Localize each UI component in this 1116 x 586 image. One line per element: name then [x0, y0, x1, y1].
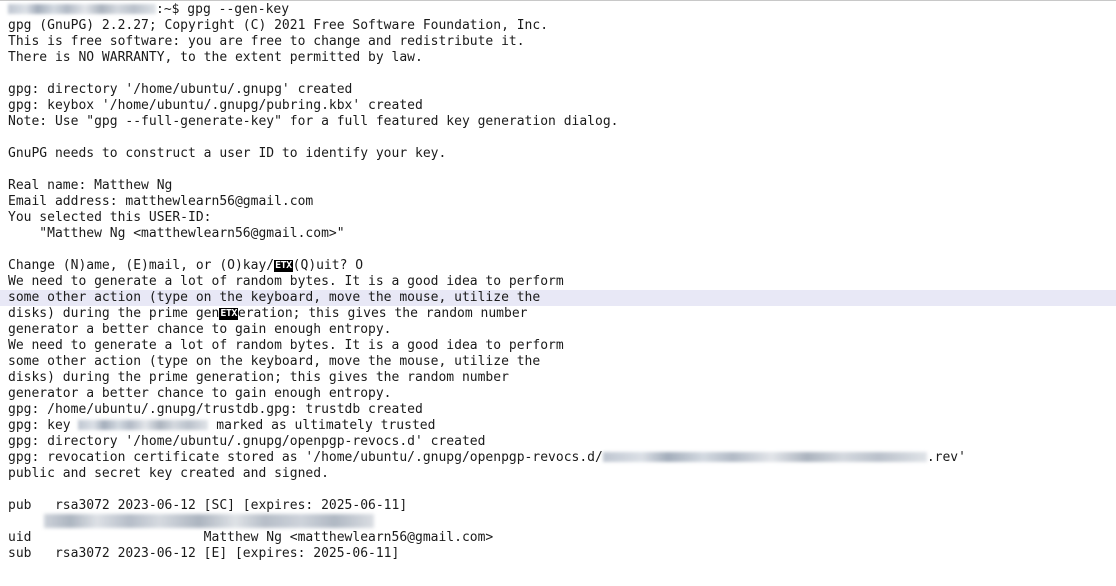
output-text: (Q)uit? O [292, 258, 364, 273]
redacted-key-id [78, 420, 209, 430]
output-line: There is NO WARRANTY, to the extent perm… [8, 50, 423, 65]
output-line: GnuPG needs to construct a user ID to id… [8, 146, 447, 161]
output-line: disks) during the prime genETXeration; t… [8, 306, 527, 322]
output-line: gpg: revocation certificate stored as '/… [8, 450, 966, 466]
output-text: disks) during the prime gen [8, 306, 220, 321]
output-line: gpg: directory '/home/ubuntu/.gnupg/open… [8, 434, 486, 449]
output-line: some other action (type on the keyboard,… [8, 290, 541, 305]
control-char-badge: ETX [274, 260, 293, 272]
output-line: This is free software: you are free to c… [8, 34, 525, 49]
output-line: some other action (type on the keyboard,… [8, 354, 541, 369]
output-line: We need to generate a lot of random byte… [8, 338, 564, 353]
output-text: .rev' [926, 450, 966, 465]
terminal-window[interactable]: :~$ gpg --gen-key gpg (GnuPG) 2.2.27; Co… [0, 0, 1116, 572]
output-text: eration; this gives the random number [237, 306, 528, 321]
output-line: Email address: matthewlearn56@gmail.com [8, 194, 314, 209]
output-line: uid Matthew Ng <matthewlearn56@gmail.com… [8, 530, 494, 545]
output-line: generator a better chance to gain enough… [8, 386, 392, 401]
redacted-fingerprint [602, 452, 927, 462]
output-line: disks) during the prime generation; this… [8, 370, 509, 385]
output-line: gpg: directory '/home/ubuntu/.gnupg' cre… [8, 82, 353, 97]
output-line: Note: Use "gpg --full-generate-key" for … [8, 114, 619, 129]
output-line: gpg (GnuPG) 2.2.27; Copyright (C) 2021 F… [8, 18, 549, 33]
control-char-badge: ETX [219, 308, 238, 320]
output-line: You selected this USER-ID: [8, 210, 212, 225]
output-text: gpg: revocation certificate stored as '/… [8, 450, 603, 465]
output-line: "Matthew Ng <matthewlearn56@gmail.com>" [8, 226, 345, 241]
redacted-hostname [8, 4, 156, 14]
prompt-command: :~$ gpg --gen-key [156, 2, 290, 17]
output-text: gpg: key [8, 418, 79, 433]
output-line: gpg: key marked as ultimately trusted [8, 418, 435, 434]
output-line: pub rsa3072 2023-06-12 [SC] [expires: 20… [8, 498, 408, 513]
redacted-key-fingerprint [44, 514, 374, 528]
output-text: Change (N)ame, (E)mail, or (O)kay/ [8, 258, 275, 273]
output-line: Change (N)ame, (E)mail, or (O)kay/ETX(Q)… [8, 258, 363, 274]
output-line: Real name: Matthew Ng [8, 178, 173, 193]
output-line: gpg: keybox '/home/ubuntu/.gnupg/pubring… [8, 98, 423, 113]
output-text: marked as ultimately trusted [208, 418, 436, 433]
output-line: gpg: /home/ubuntu/.gnupg/trustdb.gpg: tr… [8, 402, 423, 417]
output-line: We need to generate a lot of random byte… [8, 274, 564, 289]
output-line: sub rsa3072 2023-06-12 [E] [expires: 202… [8, 546, 400, 561]
prompt-line: :~$ gpg --gen-key [8, 2, 289, 18]
output-line: generator a better chance to gain enough… [8, 322, 392, 337]
output-line: public and secret key created and signed… [8, 466, 329, 481]
